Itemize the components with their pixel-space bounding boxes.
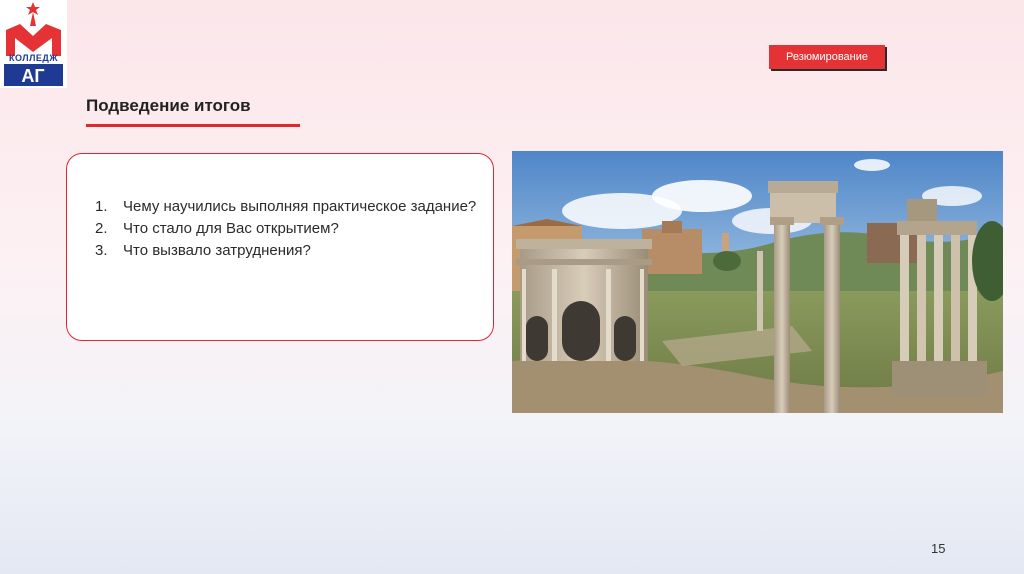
- questions-box: 1. Чему научились выполняя практическое …: [66, 153, 494, 341]
- question-item: 3. Что вызвало затруднения?: [95, 240, 485, 262]
- section-badge[interactable]: Резюмирование: [769, 45, 885, 69]
- title-underline: [86, 124, 300, 127]
- roman-forum-image: [512, 151, 1003, 413]
- question-number: 3.: [95, 242, 108, 259]
- forum-photo: [512, 151, 1003, 413]
- question-number: 1.: [95, 198, 108, 215]
- questions-list: 1. Чему научились выполняя практическое …: [95, 196, 485, 262]
- logo-caption: КОЛЛЕДЖ: [9, 53, 58, 63]
- question-item: 1. Чему научились выполняя практическое …: [95, 196, 485, 218]
- logo-mark-icon: АГ: [4, 2, 63, 86]
- question-number: 2.: [95, 220, 108, 237]
- question-text: Что вызвало затруднения?: [123, 242, 311, 259]
- question-item: 2. Что стало для Вас открытием?: [95, 218, 485, 240]
- question-text: Чему научились выполняя практическое зад…: [123, 198, 477, 215]
- college-logo: АГ КОЛЛЕДЖ: [0, 0, 67, 88]
- question-text: Что стало для Вас открытием?: [123, 220, 339, 237]
- page-number: 15: [931, 541, 946, 556]
- svg-text:АГ: АГ: [21, 66, 44, 86]
- slide-title: Подведение итогов: [86, 96, 251, 115]
